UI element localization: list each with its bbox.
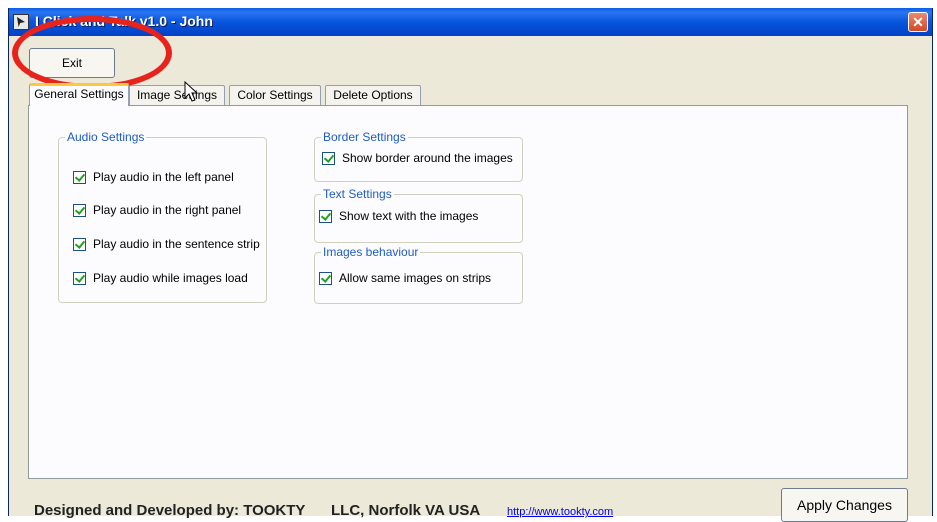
border-settings-group: Border Settings Show border around the i… (314, 130, 523, 182)
show-border-checkbox[interactable] (322, 152, 335, 165)
play-audio-left-panel-checkbox[interactable] (73, 171, 86, 184)
border-settings-title: Border Settings (321, 130, 408, 144)
general-settings-panel: Audio Settings Play audio in the left pa… (28, 105, 908, 479)
company-location: LLC, Norfolk VA USA (331, 502, 481, 519)
play-audio-right-panel-checkbox[interactable] (73, 204, 86, 217)
show-border-label: Show border around the images (342, 151, 513, 165)
allow-same-images-checkbox[interactable] (319, 272, 332, 285)
play-audio-sentence-strip-checkbox[interactable] (73, 238, 86, 251)
developer-credit: Designed and Developed by: TOOKTY (34, 502, 306, 519)
main-content: Exit General Settings Image Settings Col… (9, 36, 932, 522)
text-settings-title: Text Settings (321, 187, 394, 201)
mouse-cursor-icon (184, 81, 199, 102)
images-behaviour-title: Images behaviour (321, 245, 421, 259)
show-text-label: Show text with the images (339, 209, 479, 223)
tab-image-settings[interactable]: Image Settings (129, 85, 225, 105)
play-audio-images-load-label: Play audio while images load (93, 271, 248, 285)
tab-color-settings[interactable]: Color Settings (229, 85, 321, 105)
audio-settings-group: Audio Settings Play audio in the left pa… (58, 130, 267, 303)
tab-delete-options[interactable]: Delete Options (325, 85, 421, 105)
play-audio-sentence-strip-label: Play audio in the sentence strip (93, 237, 260, 251)
audio-settings-title: Audio Settings (65, 130, 147, 144)
play-audio-images-load-checkbox[interactable] (73, 272, 86, 285)
app-window: I Click and Talk v1.0 - John ✕ Exit Gene… (8, 8, 933, 522)
allow-same-images-label: Allow same images on strips (339, 271, 492, 285)
show-text-checkbox[interactable] (319, 210, 332, 223)
close-button[interactable]: ✕ (908, 12, 928, 32)
images-behaviour-group: Images behaviour Allow same images on st… (314, 245, 523, 304)
text-settings-group: Text Settings Show text with the images (314, 187, 523, 243)
app-icon (13, 14, 29, 30)
apply-changes-button[interactable]: Apply Changes (781, 488, 908, 522)
website-link[interactable]: http://www.tookty.com (507, 506, 613, 518)
play-audio-left-panel-label: Play audio in the left panel (93, 170, 234, 184)
tab-general-settings[interactable]: General Settings (29, 83, 129, 106)
annotation-circle (12, 16, 172, 90)
play-audio-right-panel-label: Play audio in the right panel (93, 203, 242, 217)
